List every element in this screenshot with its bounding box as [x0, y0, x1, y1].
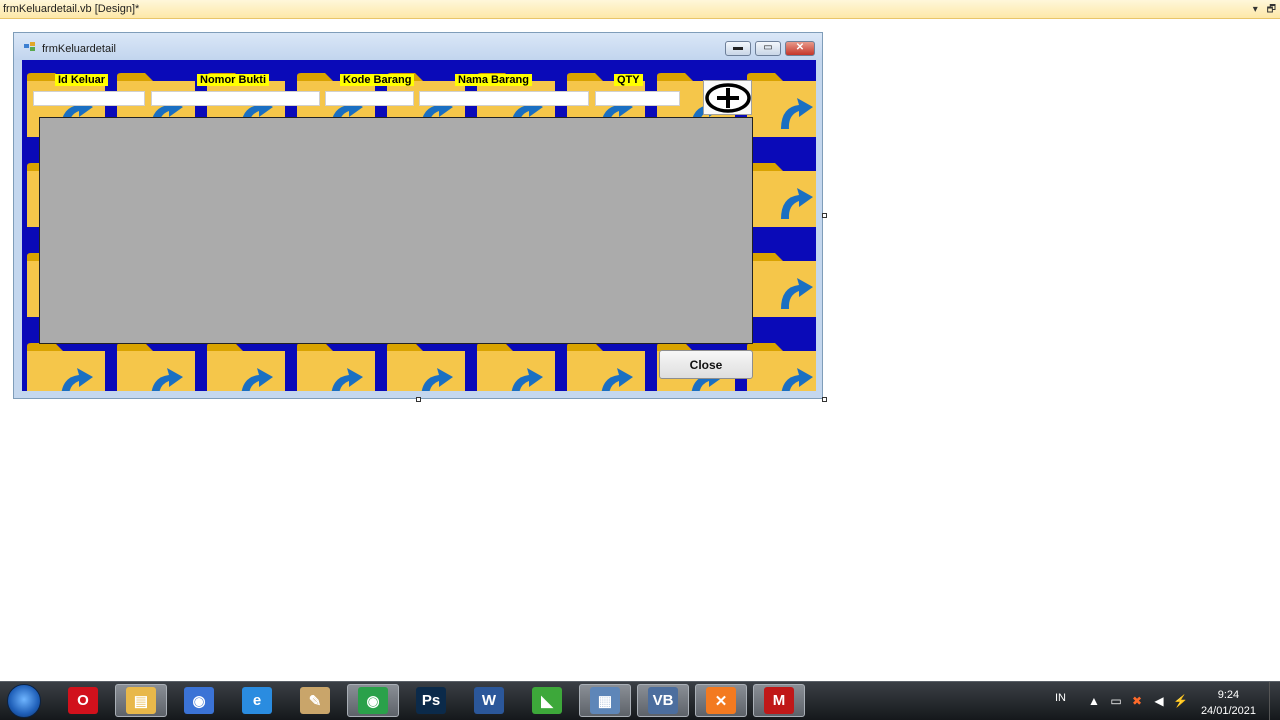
visual-basic-icon: VB	[648, 687, 678, 714]
label-id-keluar: Id Keluar	[55, 74, 109, 86]
start-button[interactable]	[7, 684, 41, 718]
form-titlebar[interactable]: frmKeluardetail ▬ ▭ ✕	[14, 33, 822, 60]
taskbar-item-internet-explorer[interactable]: e	[231, 684, 283, 717]
resize-handle-corner[interactable]	[822, 397, 827, 402]
folder-shortcut-icon	[747, 73, 816, 137]
paint-icon: ✎	[300, 687, 330, 714]
word-icon: W	[474, 687, 504, 714]
form-window[interactable]: frmKeluardetail ▬ ▭ ✕ Id Keluar Nomor Bu…	[13, 32, 823, 399]
tab-restore-icon[interactable]: 🗗	[1267, 4, 1276, 15]
document-tab-title: frmKeluardetail.vb [Design]*	[3, 3, 140, 15]
taskbar-item-coreldraw[interactable]: ◣	[521, 684, 573, 717]
kode-barang-field[interactable]	[325, 91, 414, 106]
clock-date: 24/01/2021	[1200, 705, 1256, 717]
qty-field[interactable]	[595, 91, 680, 106]
clock-time: 9:24	[1217, 689, 1240, 701]
taskbar-item-control-panel[interactable]: ▦	[579, 684, 631, 717]
network-icon[interactable]: ✖	[1130, 694, 1144, 708]
data-grid[interactable]	[39, 117, 753, 344]
taskbar-item-xampp[interactable]: ✕	[695, 684, 747, 717]
folder-shortcut-icon	[747, 343, 816, 391]
label-nama-barang: Nama Barang	[455, 74, 532, 86]
coreldraw-icon: ◣	[532, 687, 562, 714]
form-title: frmKeluardetail	[42, 43, 116, 55]
folder-shortcut-icon	[117, 343, 195, 391]
taskbar: O ▤ ◉ e ✎ ◉ Ps W ◣ ▦ VB ✕ M IN ▲ ▭ ✖ ◀ ⚡ 9:24 24/01/…	[0, 681, 1280, 720]
taskbar-item-word[interactable]: W	[463, 684, 515, 717]
folder-shortcut-icon	[747, 163, 816, 227]
chrome-icon: ◉	[358, 687, 388, 714]
taskbar-item-paint[interactable]: ✎	[289, 684, 341, 717]
add-button[interactable]	[703, 80, 752, 115]
form-icon	[24, 42, 35, 51]
volume-icon[interactable]: ◀	[1152, 694, 1166, 708]
action-center-icon[interactable]: ▭	[1109, 694, 1123, 708]
control-panel-icon: ▦	[590, 687, 620, 714]
internet-explorer-icon: e	[242, 687, 272, 714]
show-desktop-button[interactable]	[1269, 682, 1280, 720]
nomor-bukti-field[interactable]	[151, 91, 320, 106]
close-button[interactable]: Close	[659, 350, 753, 379]
resize-handle-bottom[interactable]	[416, 397, 421, 402]
show-hidden-icons-icon[interactable]: ▲	[1087, 694, 1101, 708]
label-nomor-bukti: Nomor Bukti	[197, 74, 269, 86]
folder-shortcut-icon	[747, 253, 816, 317]
folder-shortcut-icon	[567, 343, 645, 391]
language-indicator[interactable]: IN	[1055, 692, 1066, 704]
form-client-area: Id Keluar Nomor Bukti Kode Barang Nama B…	[22, 60, 816, 391]
folder-shortcut-icon	[297, 343, 375, 391]
folder-shortcut-icon	[387, 343, 465, 391]
opera-icon: O	[68, 687, 98, 714]
taskbar-item-file-explorer[interactable]: ▤	[115, 684, 167, 717]
taskbar-item-visual-basic[interactable]: VB	[637, 684, 689, 717]
folder-shortcut-icon	[27, 343, 105, 391]
system-tray: IN ▲ ▭ ✖ ◀ ⚡ 9:24 24/01/2021	[1040, 682, 1280, 720]
xampp-icon: ✕	[706, 687, 736, 714]
nama-barang-field[interactable]	[419, 91, 589, 106]
plus-circle-icon	[705, 83, 751, 113]
taskbar-item-chrome[interactable]: ◉	[347, 684, 399, 717]
mcafee-icon: M	[764, 687, 794, 714]
close-window-button[interactable]: ✕	[785, 41, 815, 56]
taskbar-item-mcafee[interactable]: M	[753, 684, 805, 717]
taskbar-item-photoshop[interactable]: Ps	[405, 684, 457, 717]
taskbar-item-chromium[interactable]: ◉	[173, 684, 225, 717]
resize-handle-right[interactable]	[822, 213, 827, 218]
taskbar-item-opera[interactable]: O	[57, 684, 109, 717]
tab-dropdown-icon[interactable]: ▾	[1253, 4, 1258, 15]
power-icon[interactable]: ⚡	[1173, 694, 1188, 708]
document-tab[interactable]: frmKeluardetail.vb [Design]* ▾ 🗗	[0, 0, 1280, 19]
id-keluar-field[interactable]	[33, 91, 145, 106]
folder-shortcut-icon	[477, 343, 555, 391]
minimize-button[interactable]: ▬	[725, 41, 751, 56]
clock[interactable]: 9:24 24/01/2021	[1201, 687, 1256, 719]
file-explorer-icon: ▤	[126, 687, 156, 714]
label-kode-barang: Kode Barang	[340, 74, 415, 86]
label-qty: QTY	[614, 74, 643, 86]
photoshop-icon: Ps	[416, 687, 446, 714]
folder-shortcut-icon	[207, 343, 285, 391]
chromium-icon: ◉	[184, 687, 214, 714]
maximize-button[interactable]: ▭	[755, 41, 781, 56]
